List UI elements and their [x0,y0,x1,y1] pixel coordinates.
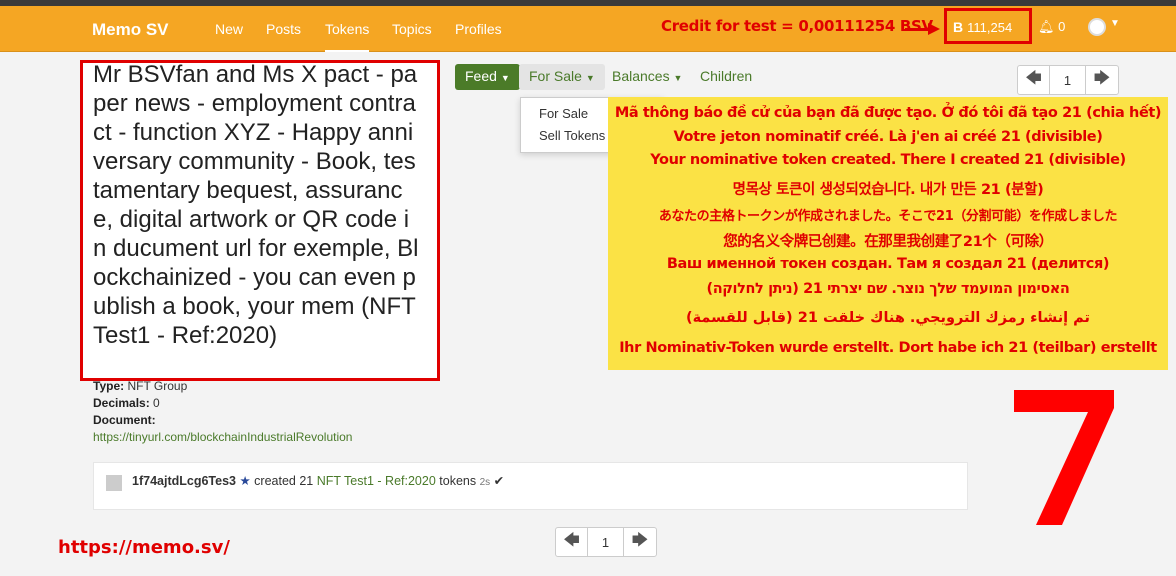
page-number[interactable]: 1 [1050,66,1086,94]
brand-logo[interactable]: Memo SV [92,20,169,40]
balance-button[interactable]: B 111,254 [953,19,1012,35]
user-avatar[interactable] [106,475,122,491]
tab-feed[interactable]: Feed ▼ [455,64,520,90]
activity-action: created 21 [254,474,314,488]
arrow-left-icon: 🡄︎ [1025,69,1042,87]
big-number-seven: 7 [1014,390,1114,525]
dropdown-item-sell-tokens[interactable]: Sell Tokens [539,128,605,143]
nav-topics[interactable]: Topics [392,21,432,37]
pager-bottom: 🡄︎ 1 🡆︎ [555,527,657,557]
translation-en: Your nominative token created. There I c… [650,152,1126,168]
balance-value: 111,254 [967,20,1013,35]
decimals-value: 0 [153,396,160,410]
arrow-right-icon: 🡆︎ [631,531,649,549]
tab-balances[interactable]: Balances ▼ [602,64,692,90]
tab-for-sale[interactable]: For Sale ▼ [519,64,605,90]
activity-suffix: tokens [439,474,477,488]
translation-zh: 您的名义令牌已创建。在那里我创建了21个（可除） [723,234,1053,250]
caret-down-icon: ▼ [585,73,595,83]
translations-panel: Mã thông báo đề cử của bạn đã được tạo. … [608,97,1168,370]
credit-annotation: Credit for test = 0,00111254 BSV [661,17,933,35]
caret-down-icon: ▼ [673,73,683,83]
translation-vi: Mã thông báo đề cử của bạn đã được tạo. … [614,105,1162,121]
translation-he: האסימון המועמד שלך נוצר. שם יצרתי 21 (ני… [706,281,1070,297]
translation-de: Ihr Nominativ-Token wurde erstellt. Dort… [619,340,1157,356]
token-type: Type: NFT Group [93,379,187,393]
next-page-button-bottom[interactable]: 🡆︎ [624,528,656,556]
translation-ko: 명목상 토큰이 생성되었습니다. 내가 만든 21 (분할) [732,182,1044,198]
profile-avatar[interactable] [1088,18,1106,36]
activity-text: 1f74ajtdLcg6Tes3 ★ created 21 NFT Test1 … [132,473,504,488]
nav-profiles[interactable]: Profiles [455,21,502,37]
arrow-left-icon: 🡄︎ [563,531,580,549]
token-document-link[interactable]: https://tinyurl.com/blockchainIndustrial… [93,430,352,444]
prev-page-button[interactable]: 🡄︎ [1018,66,1050,94]
nav-tokens[interactable]: Tokens [325,21,370,52]
activity-item: 1f74ajtdLcg6Tes3 ★ created 21 NFT Test1 … [93,462,968,510]
token-document-label: Document: [93,413,156,427]
nav-posts[interactable]: Posts [266,21,301,37]
notification-count: 0 [1058,19,1066,34]
chevron-down-icon[interactable]: ▼ [1110,18,1120,29]
tab-children[interactable]: Children [690,64,762,90]
translation-fr: Votre jeton nominatif créé. Là j'en ai c… [673,129,1103,145]
star-icon: ★ [239,474,251,488]
token-title: Mr BSVfan and Ms X pact - paper news - e… [93,61,419,349]
caret-down-icon: ▼ [500,73,510,83]
check-icon: ✔ [493,474,505,488]
arrow-right-icon: 🡆︎ [1093,69,1111,87]
token-link[interactable]: NFT Test1 - Ref:2020 [317,474,436,488]
footer-url-annotation: https://memo.sv/ [58,537,230,558]
bitcoin-icon: B [953,19,964,35]
next-page-button[interactable]: 🡆︎ [1086,66,1118,94]
type-value: NFT Group [127,379,188,393]
token-decimals: Decimals: 0 [93,396,160,410]
translation-ru: Ваш именной токен создан. Там я создал 2… [666,256,1110,272]
prev-page-button-bottom[interactable]: 🡄︎ [556,528,588,556]
pager-top: 🡄︎ 1 🡆︎ [1017,65,1119,95]
decimals-label: Decimals: [93,396,150,410]
page-number-bottom[interactable]: 1 [588,528,624,556]
type-label: Type: [93,379,125,393]
notifications-button[interactable]: 🔔︎ 0 [1038,19,1065,35]
bell-icon: 🔔︎ [1038,19,1055,34]
user-address[interactable]: 1f74ajtdLcg6Tes3 [132,474,236,488]
dropdown-item-for-sale[interactable]: For Sale [539,106,588,121]
annotation-arrow-icon [928,23,940,35]
translation-ja: あなたの主格トークンが作成されました。そこで21（分割可能）を作成しました [658,209,1118,224]
translation-ar: تم إنشاء رمزك الترويجي. هناك خلقت 21 (قا… [685,310,1090,326]
nav-new[interactable]: New [215,21,243,37]
timestamp: 2s [479,477,491,488]
